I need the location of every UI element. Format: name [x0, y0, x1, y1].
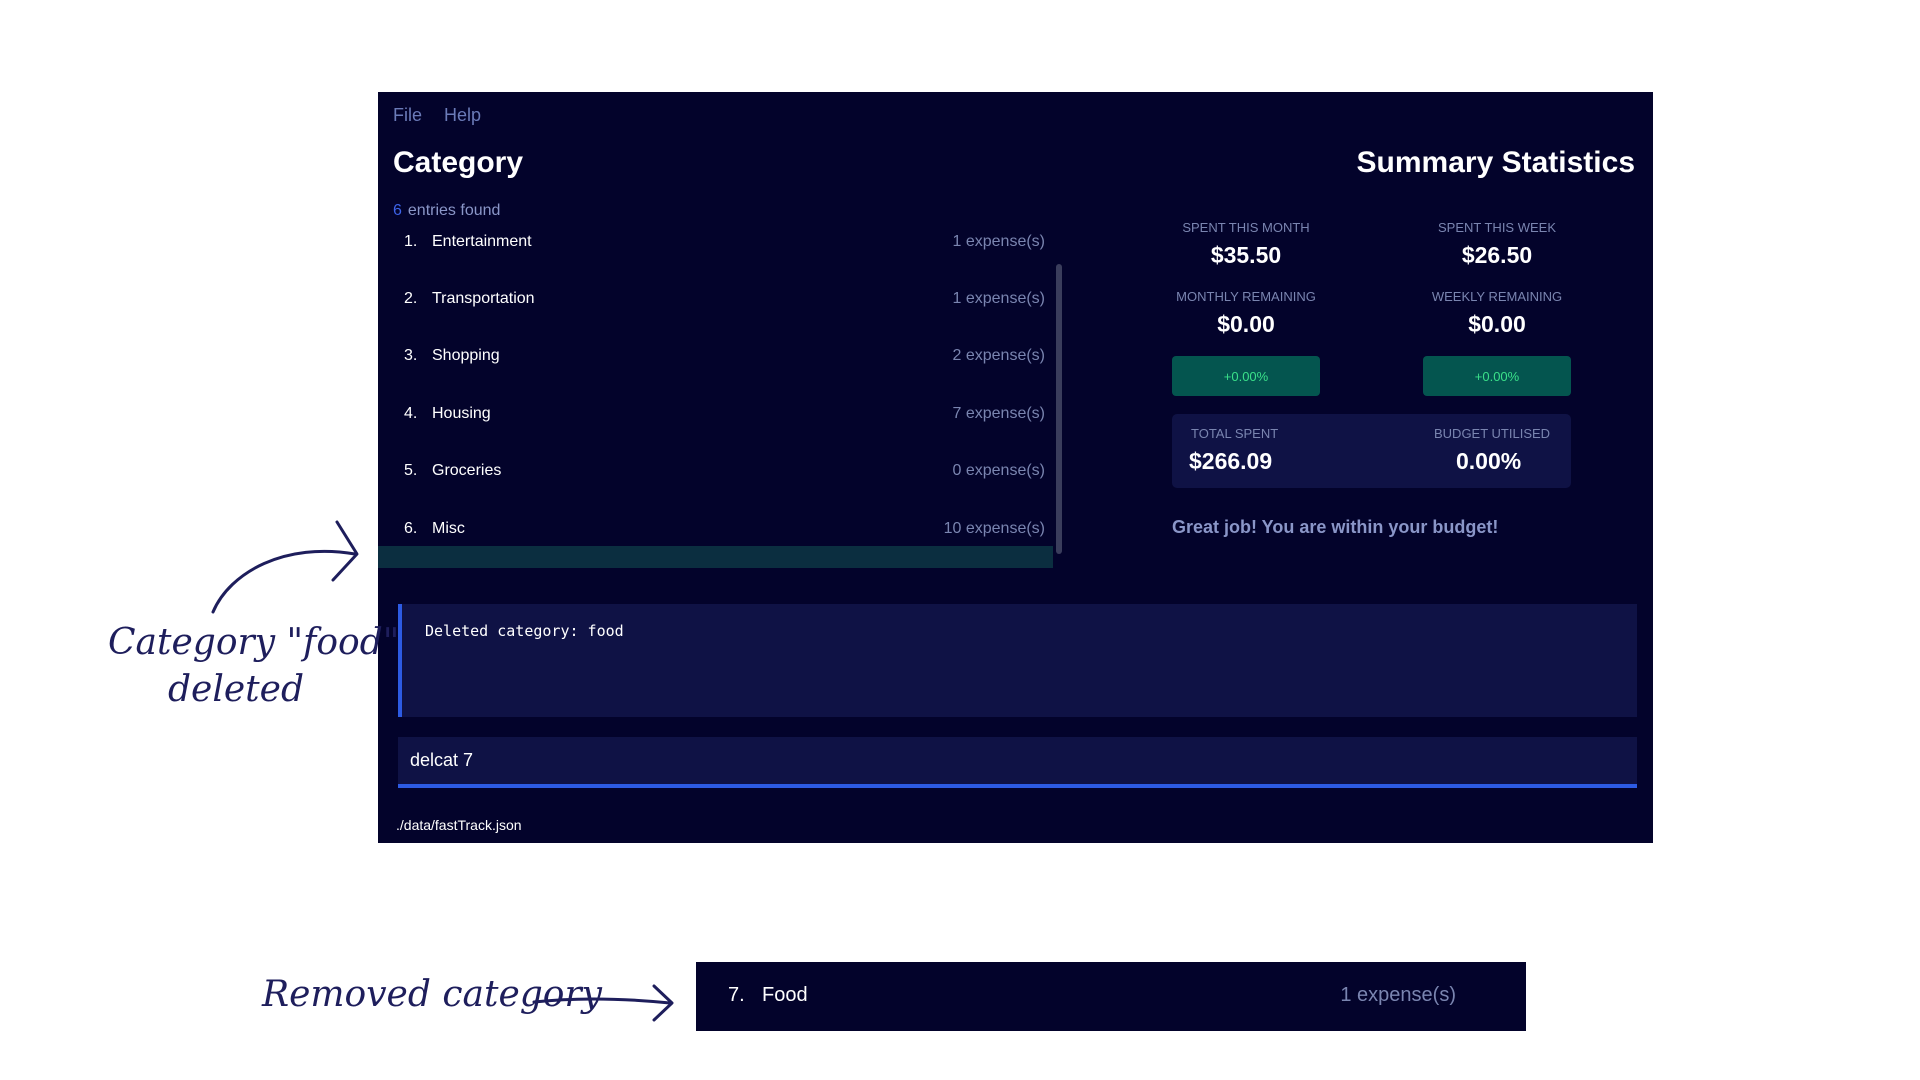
weekly-change-badge: +0.00%: [1423, 356, 1571, 396]
removed-category-name: Food: [762, 984, 808, 1006]
result-display: Deleted category: food: [398, 604, 1637, 717]
curved-arrow-icon: [211, 520, 359, 614]
command-box[interactable]: [398, 737, 1637, 788]
monthly-remaining-label: MONTHLY REMAINING: [1176, 289, 1316, 304]
weekly-remaining-value: $0.00: [1468, 311, 1526, 337]
list-item-name: Transportation: [432, 290, 535, 307]
status-bar-path: ./data/fastTrack.json: [396, 817, 522, 833]
spent-month-label: SPENT THIS MONTH: [1182, 220, 1310, 235]
list-item-name: Entertainment: [432, 233, 532, 250]
entries-label: entries found: [407, 202, 501, 219]
list-item-index: 2.: [404, 290, 418, 307]
result-text: Deleted category: food: [425, 622, 624, 640]
list-item-index: 6.: [404, 520, 418, 537]
spent-week-label: SPENT THIS WEEK: [1438, 220, 1556, 235]
removed-category-index: 7.: [728, 984, 745, 1006]
budget-utilised-value: 0.00%: [1456, 448, 1522, 474]
list-scrollbar[interactable]: [1056, 264, 1062, 554]
list-item-index: 4.: [404, 405, 418, 422]
budget-utilised-label: BUDGET UTILISED: [1434, 426, 1551, 441]
list-item-expenses: 10 expense(s): [943, 520, 1045, 537]
arrow-right-icon: [532, 984, 674, 1022]
list-item-index: 3.: [404, 347, 418, 364]
monthly-change-badge: +0.00%: [1172, 356, 1320, 396]
list-item[interactable]: 4. Housing 7 expense(s): [378, 401, 1053, 427]
weekly-remaining-label: WEEKLY REMAINING: [1431, 289, 1563, 304]
entries-count: 6: [393, 202, 402, 219]
total-spent-box: TOTAL SPENT $266.09 BUDGET UTILISED 0.00…: [1172, 414, 1571, 488]
list-item[interactable]: 6. Misc 10 expense(s): [378, 516, 1053, 542]
list-item-index: 5.: [404, 462, 418, 479]
category-list[interactable]: 1. Entertainment 1 expense(s) 2. Transpo…: [378, 229, 1053, 662]
list-item-expenses: 2 expense(s): [952, 347, 1046, 364]
total-spent-value: $266.09: [1189, 448, 1273, 474]
annotation-deleted: Category "food" deleted: [108, 620, 399, 714]
menu-bar: File Help: [393, 105, 481, 126]
list-item-index: 1.: [404, 233, 418, 250]
app-window: File Help Category 6 entries found 1. Ent…: [378, 92, 1653, 843]
removed-category-item: 7. Food 1 expense(s): [696, 962, 1526, 1031]
list-item-name: Housing: [432, 405, 491, 422]
list-item[interactable]: 3. Shopping 2 expense(s): [378, 343, 1053, 369]
list-item-expenses: 0 expense(s): [952, 462, 1046, 479]
spent-week-value: $26.50: [1461, 242, 1533, 268]
budget-message: Great job! You are within your budget!: [1172, 517, 1499, 537]
removed-category-expenses: 1 expense(s): [1340, 984, 1456, 1006]
menu-help[interactable]: Help: [444, 105, 481, 126]
total-spent-label: TOTAL SPENT: [1191, 426, 1279, 441]
command-input[interactable]: [398, 737, 1637, 784]
selected-row-highlight[interactable]: [378, 546, 1053, 568]
list-item-expenses: 1 expense(s): [952, 290, 1046, 307]
list-item-name: Groceries: [432, 462, 502, 479]
list-item[interactable]: 1. Entertainment 1 expense(s): [378, 229, 1053, 255]
menu-file[interactable]: File: [393, 105, 422, 126]
list-item[interactable]: 5. Groceries 0 expense(s): [378, 458, 1053, 484]
annotation-deleted-line2: deleted: [168, 668, 304, 710]
summary-title: Summary Statistics: [1356, 146, 1635, 179]
list-item-expenses: 1 expense(s): [952, 233, 1046, 250]
list-item-name: Shopping: [432, 347, 500, 364]
spent-month-value: $35.50: [1210, 242, 1282, 268]
annotation-deleted-line1: Category "food": [108, 622, 400, 663]
list-item-expenses: 7 expense(s): [952, 405, 1046, 422]
entries-found: 6 entries found: [393, 202, 500, 220]
category-title: Category: [393, 146, 524, 179]
monthly-remaining-value: $0.00: [1217, 311, 1275, 337]
list-item[interactable]: 2. Transportation 1 expense(s): [378, 286, 1053, 312]
list-item-name: Misc: [432, 520, 465, 537]
